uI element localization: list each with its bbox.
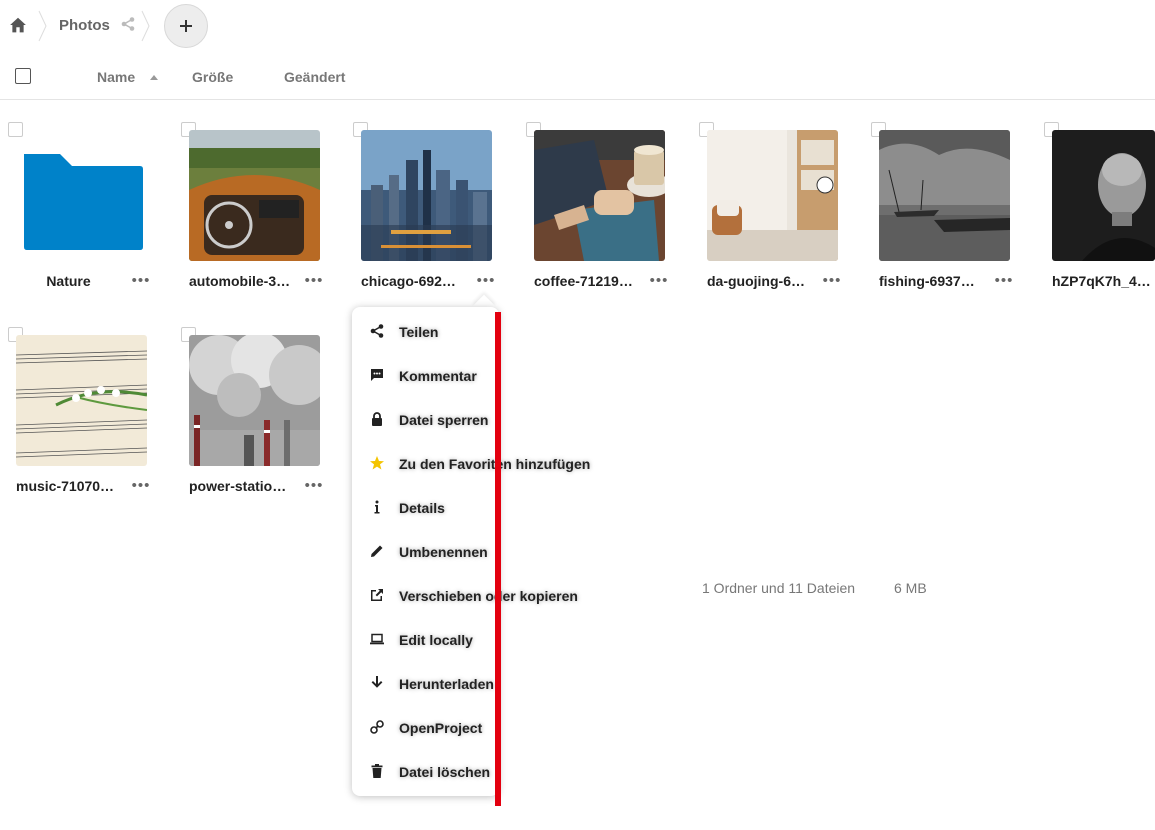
menu-item-label: Verschieben oder kopieren: [399, 588, 578, 604]
music-sheet-photo: [16, 335, 147, 466]
more-actions-button[interactable]: •••: [821, 272, 843, 290]
total-size: 6 MB: [894, 580, 927, 596]
info-icon: [374, 500, 380, 514]
menu-item-openproject[interactable]: OpenProject: [352, 705, 612, 749]
breadcrumb-separator-icon: [38, 10, 47, 42]
star-icon: [370, 456, 384, 470]
menu-item-label: Details: [399, 500, 445, 516]
sort-by-modified[interactable]: Geändert: [284, 69, 345, 85]
image-thumbnail[interactable]: [534, 130, 665, 261]
comment-icon: [371, 369, 383, 381]
pencil-icon: [371, 545, 383, 557]
menu-item-label: Umbenennen: [399, 544, 488, 560]
menu-item-label: OpenProject: [399, 720, 483, 736]
sort-ascending-icon: [150, 75, 158, 80]
image-thumbnail[interactable]: [707, 130, 838, 261]
menu-item-label: Herunterladen: [399, 676, 494, 692]
image-thumbnail[interactable]: [189, 335, 320, 466]
interior-photo: [707, 130, 838, 261]
home-icon[interactable]: [9, 16, 27, 34]
more-actions-button[interactable]: •••: [475, 272, 497, 290]
menu-item-add-favorite[interactable]: Zu den Favoriten hinzufügen: [352, 441, 612, 485]
file-name[interactable]: fishing-6937…: [879, 273, 984, 289]
more-actions-button[interactable]: •••: [648, 272, 670, 290]
file-actions-menu: Teilen Kommentar Datei sperren Zu den Fa…: [352, 307, 590, 796]
menu-item-delete[interactable]: Datei löschen: [352, 749, 612, 793]
breadcrumb: Photos: [0, 0, 1155, 52]
trash-icon: [371, 764, 383, 778]
image-thumbnail[interactable]: [361, 130, 492, 261]
menu-item-lock-file[interactable]: Datei sperren: [352, 397, 612, 441]
sort-by-size[interactable]: Größe: [192, 69, 233, 85]
file-tile[interactable]: automobile-3… •••: [181, 122, 341, 312]
more-actions-button[interactable]: •••: [303, 477, 325, 495]
lock-icon: [372, 412, 382, 426]
breadcrumb-separator-icon: [141, 10, 150, 42]
share-icon: [370, 324, 384, 338]
menu-item-label: Datei löschen: [399, 764, 491, 780]
menu-item-details[interactable]: Details: [352, 485, 612, 529]
openproject-icon: [370, 720, 384, 734]
more-actions-button[interactable]: •••: [130, 477, 152, 495]
power-station-photo: [189, 335, 320, 466]
menu-item-download[interactable]: Herunterladen: [352, 661, 612, 705]
new-button[interactable]: [164, 4, 208, 48]
more-actions-button[interactable]: •••: [130, 272, 152, 290]
image-thumbnail[interactable]: [1052, 130, 1155, 261]
menu-item-share[interactable]: Teilen: [352, 309, 612, 353]
file-name[interactable]: power-statio…: [189, 478, 294, 494]
portrait-photo: [1052, 130, 1155, 261]
file-name[interactable]: hZP7qK7h_4…: [1052, 273, 1152, 289]
annotation-line: [495, 312, 501, 806]
file-tile[interactable]: chicago-692… •••: [353, 122, 513, 312]
more-actions-button[interactable]: •••: [993, 272, 1015, 290]
fishing-photo: [879, 130, 1010, 261]
folder-thumbnail[interactable]: [16, 130, 147, 261]
folder-icon: [24, 154, 143, 250]
coffee-photo: [534, 130, 665, 261]
file-tile[interactable]: hZP7qK7h_4…: [1044, 122, 1155, 312]
laptop-icon: [370, 633, 384, 645]
menu-item-label: Datei sperren: [399, 412, 489, 428]
menu-item-edit-locally[interactable]: Edit locally: [352, 617, 612, 661]
share-icon[interactable]: [120, 16, 136, 32]
menu-item-rename[interactable]: Umbenennen: [352, 529, 612, 573]
file-name[interactable]: Nature: [16, 273, 121, 289]
file-tile[interactable]: music-71070… •••: [8, 327, 168, 517]
file-count-summary: 1 Ordner und 11 Dateien: [702, 580, 856, 596]
menu-item-move-copy[interactable]: Verschieben oder kopieren: [352, 573, 612, 617]
file-name[interactable]: automobile-3…: [189, 273, 294, 289]
menu-item-label: Kommentar: [399, 368, 477, 384]
file-tile[interactable]: Nature •••: [8, 122, 168, 312]
file-name[interactable]: music-71070…: [16, 478, 121, 494]
file-tile[interactable]: da-guojing-6… •••: [699, 122, 859, 312]
menu-item-label: Edit locally: [399, 632, 473, 648]
file-name[interactable]: coffee-71219…: [534, 273, 639, 289]
file-name[interactable]: chicago-692…: [361, 273, 466, 289]
select-all-checkbox[interactable]: [15, 68, 31, 84]
plus-icon: [180, 20, 192, 32]
file-tile[interactable]: power-statio… •••: [181, 327, 341, 517]
sort-by-name[interactable]: Name: [97, 69, 135, 85]
breadcrumb-photos[interactable]: Photos: [59, 17, 110, 34]
menu-item-comment[interactable]: Kommentar: [352, 353, 612, 397]
image-thumbnail[interactable]: [189, 130, 320, 261]
image-thumbnail[interactable]: [16, 335, 147, 466]
chicago-photo: [361, 130, 492, 261]
file-name[interactable]: da-guojing-6…: [707, 273, 812, 289]
file-tile[interactable]: coffee-71219… •••: [526, 122, 686, 312]
menu-item-label: Teilen: [399, 324, 439, 340]
file-tile[interactable]: fishing-6937… •••: [871, 122, 1031, 312]
file-list-header: Name Größe Geändert: [0, 56, 1155, 100]
image-thumbnail[interactable]: [879, 130, 1010, 261]
external-link-icon: [371, 589, 383, 601]
download-icon: [371, 676, 383, 688]
automobile-photo: [189, 130, 320, 261]
more-actions-button[interactable]: •••: [303, 272, 325, 290]
